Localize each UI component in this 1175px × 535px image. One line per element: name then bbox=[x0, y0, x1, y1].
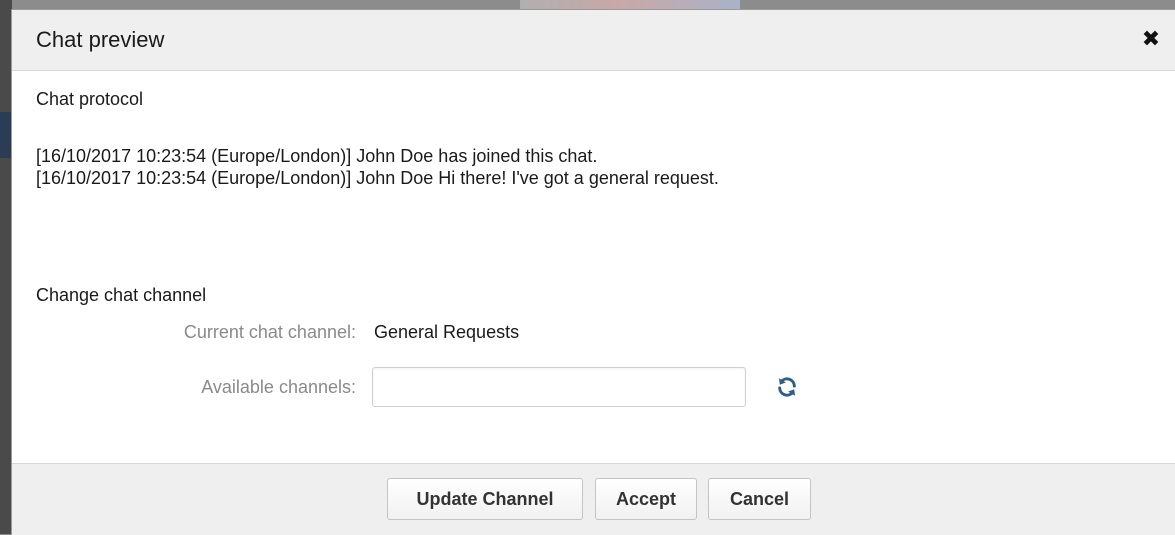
chat-preview-dialog: Chat preview ✖ Chat protocol [16/10/2017… bbox=[12, 10, 1175, 535]
page-left-edge bbox=[0, 0, 12, 534]
page-left-accent bbox=[0, 112, 12, 158]
chat-message: [16/10/2017 10:23:54 (Europe/London)] Jo… bbox=[36, 146, 598, 166]
chat-protocol-heading: Chat protocol bbox=[36, 89, 144, 109]
change-channel-heading: Change chat channel bbox=[36, 285, 207, 305]
chat-message: [16/10/2017 10:23:54 (Europe/London)] Jo… bbox=[36, 168, 719, 188]
update-channel-button[interactable]: Update Channel bbox=[387, 478, 583, 520]
available-channels-label: Available channels: bbox=[201, 377, 356, 397]
current-channel-label: Current chat channel: bbox=[183, 322, 356, 342]
cancel-button[interactable]: Cancel bbox=[708, 478, 811, 520]
accept-button[interactable]: Accept bbox=[595, 478, 697, 520]
dialog-title: Chat preview bbox=[36, 27, 165, 52]
close-icon[interactable]: ✖ bbox=[1139, 28, 1163, 52]
current-channel-value: General Requests bbox=[374, 322, 520, 342]
available-channels-select[interactable] bbox=[372, 367, 746, 407]
chat-protocol-log: [16/10/2017 10:23:54 (Europe/London)] Jo… bbox=[36, 145, 1136, 189]
dialog-footer: Update Channel Accept Cancel bbox=[12, 463, 1175, 535]
background-strip bbox=[520, 0, 740, 10]
refresh-icon[interactable] bbox=[776, 376, 798, 398]
dialog-header: Chat preview ✖ bbox=[12, 10, 1175, 71]
